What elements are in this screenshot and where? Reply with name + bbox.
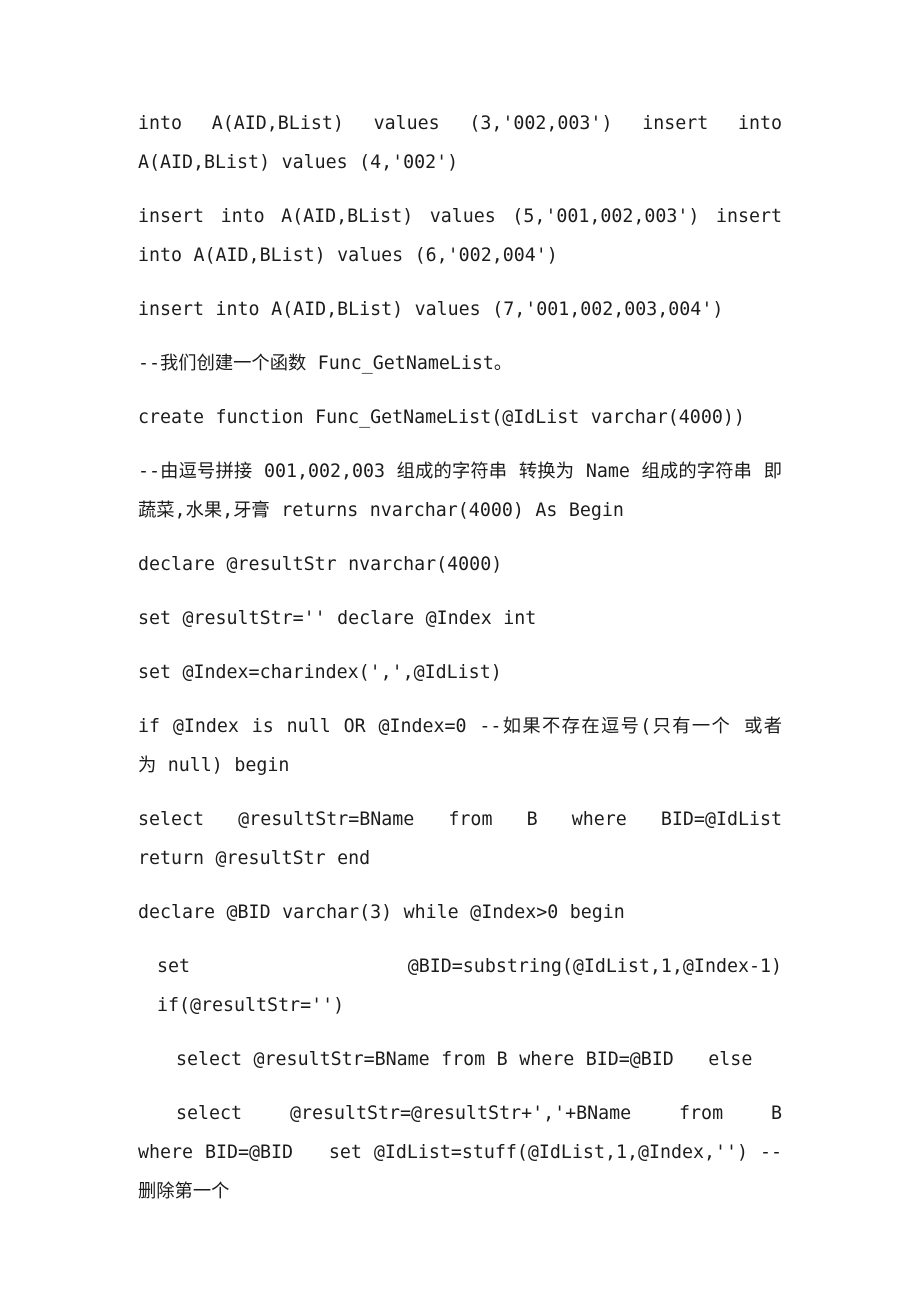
paragraph: insert into A(AID,BList) values (5,'001,…: [138, 206, 794, 266]
paragraph: create function Func_GetNameList(@IdList…: [138, 407, 745, 428]
paragraph-indented: select @resultStr=BName from B where BID…: [176, 1049, 753, 1070]
paragraph: declare @BID varchar(3) while @Index>0 b…: [138, 902, 625, 923]
document-page: into A(AID,BList) values (3,'002,003') i…: [0, 0, 920, 1302]
paragraph-comment: if @Index is null OR @Index=0 --如果不存在逗号(…: [138, 716, 794, 776]
paragraph: select @resultStr=BName from B where BID…: [138, 809, 806, 869]
paragraph-comment: --我们创建一个函数 Func_GetNameList。: [138, 353, 513, 374]
paragraph: declare @resultStr nvarchar(4000): [138, 554, 503, 575]
paragraph-indented: set @BID=substring(@IdList,1,@Index-1) i…: [157, 956, 817, 1016]
document-text-body: into A(AID,BList) values (3,'002,003') i…: [138, 104, 782, 1211]
paragraph: set @resultStr='' declare @Index int: [138, 608, 537, 629]
paragraph-comment: --由逗号拼接 001,002,003 组成的字符串 转换为 Name 组成的字…: [138, 461, 794, 521]
paragraph: set @Index=charindex(',',@IdList): [138, 662, 502, 683]
paragraph-indented: select @resultStr=@resultStr+','+BName f…: [138, 1103, 817, 1202]
paragraph: insert into A(AID,BList) values (7,'001,…: [138, 299, 724, 320]
paragraph: into A(AID,BList) values (3,'002,003') i…: [138, 113, 794, 173]
